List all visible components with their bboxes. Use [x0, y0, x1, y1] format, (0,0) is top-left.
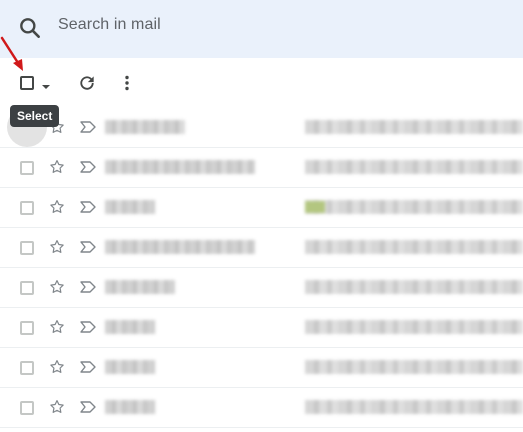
email-row[interactable]	[0, 348, 523, 388]
row-checkbox[interactable]	[20, 361, 34, 375]
subject-redacted	[305, 160, 523, 174]
star-icon[interactable]	[48, 318, 66, 336]
importance-marker-icon[interactable]	[79, 280, 97, 294]
sender-redacted	[105, 320, 155, 334]
row-checkbox[interactable]	[20, 201, 34, 215]
search-bar: Search in mail	[0, 0, 523, 58]
subject-redacted	[305, 120, 523, 134]
more-vert-icon[interactable]	[117, 73, 137, 93]
sender-redacted	[105, 280, 175, 294]
sender-redacted	[105, 120, 185, 134]
subject-redacted	[305, 360, 523, 374]
select-tooltip: Select	[10, 105, 60, 127]
chevron-down-icon[interactable]	[40, 79, 52, 89]
subject-redacted	[305, 320, 523, 334]
row-checkbox[interactable]	[20, 241, 34, 255]
importance-marker-icon[interactable]	[79, 320, 97, 334]
star-icon[interactable]	[48, 238, 66, 256]
star-icon[interactable]	[48, 198, 66, 216]
star-icon[interactable]	[48, 398, 66, 416]
email-row[interactable]	[0, 308, 523, 348]
email-row[interactable]	[0, 188, 523, 228]
subject-redacted	[305, 400, 523, 414]
sender-redacted	[105, 160, 255, 174]
row-checkbox[interactable]	[20, 401, 34, 415]
star-icon[interactable]	[48, 358, 66, 376]
subject-redacted	[305, 240, 523, 254]
importance-marker-icon[interactable]	[79, 360, 97, 374]
subject-redacted	[305, 200, 523, 214]
mail-toolbar	[0, 62, 523, 104]
email-row[interactable]	[0, 268, 523, 308]
email-row[interactable]	[0, 388, 523, 428]
importance-marker-icon[interactable]	[79, 200, 97, 214]
row-checkbox[interactable]	[20, 321, 34, 335]
sender-redacted	[105, 360, 155, 374]
importance-marker-icon[interactable]	[79, 400, 97, 414]
sender-redacted	[105, 200, 155, 214]
row-checkbox[interactable]	[20, 281, 34, 295]
importance-marker-icon[interactable]	[79, 240, 97, 254]
subject-redacted	[305, 280, 523, 294]
sender-redacted	[105, 400, 155, 414]
star-icon[interactable]	[48, 278, 66, 296]
importance-marker-icon[interactable]	[79, 120, 97, 134]
email-row[interactable]	[0, 108, 523, 148]
row-checkbox[interactable]	[20, 161, 34, 175]
star-icon[interactable]	[48, 158, 66, 176]
email-list	[0, 108, 523, 428]
email-row[interactable]	[0, 148, 523, 188]
search-input[interactable]: Search in mail	[58, 16, 161, 40]
sender-redacted	[105, 240, 255, 254]
importance-marker-icon[interactable]	[79, 160, 97, 174]
annotation-arrow-icon	[0, 36, 40, 80]
refresh-icon[interactable]	[77, 73, 97, 93]
email-row[interactable]	[0, 228, 523, 268]
